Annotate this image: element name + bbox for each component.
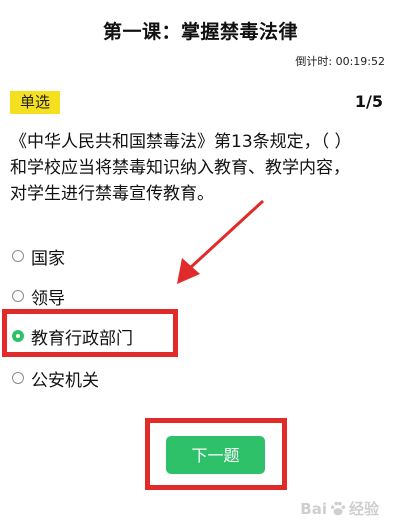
baidu-jingyan-watermark: Bai 经验 bbox=[300, 498, 379, 519]
watermark-text: Bai bbox=[300, 499, 327, 518]
watermark-text: 经验 bbox=[348, 500, 379, 518]
next-question-button[interactable]: 下一题 bbox=[166, 436, 265, 474]
paw-icon bbox=[330, 501, 346, 515]
